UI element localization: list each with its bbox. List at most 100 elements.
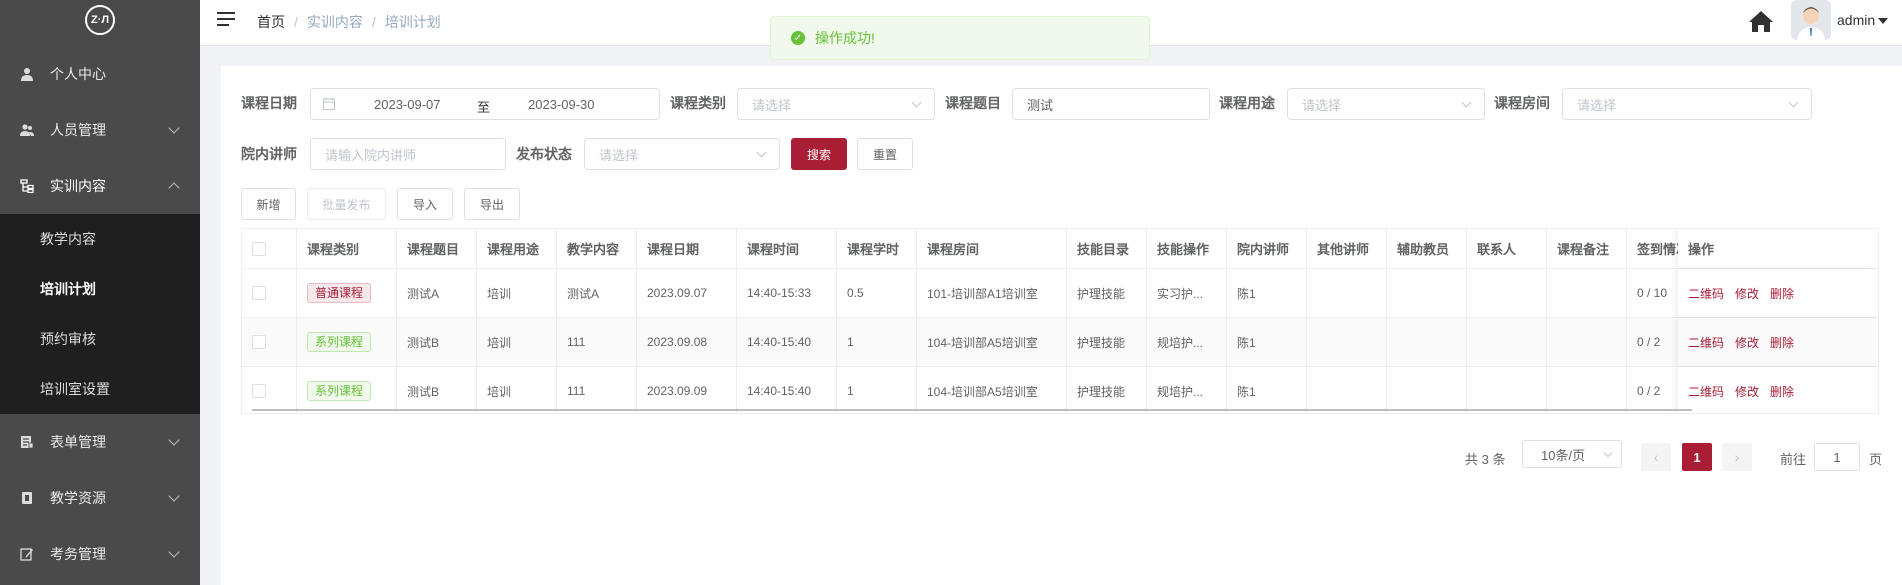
training-plan-table: 课程类别 课程题目 课程用途 教学内容 课程日期 课程时间 课程学时 课程房间 … bbox=[241, 228, 1879, 414]
home-icon[interactable] bbox=[1748, 9, 1774, 33]
pagination-total: 共 3 条 bbox=[1465, 452, 1506, 467]
cell-lecturer: 陈1 bbox=[1227, 318, 1307, 366]
cell-other bbox=[1307, 318, 1387, 366]
row-actions: 二维码 修改 删除 bbox=[1678, 367, 1878, 413]
delete-link[interactable]: 删除 bbox=[1770, 383, 1794, 400]
row-checkbox[interactable] bbox=[252, 286, 266, 300]
cell-topic: 测试A bbox=[397, 269, 477, 317]
sidebar-item-label: 考务管理 bbox=[50, 546, 106, 562]
cell-hours: 1 bbox=[837, 318, 917, 366]
cell-skill-op: 规培护... bbox=[1147, 318, 1227, 366]
room-select[interactable]: 请选择 bbox=[1562, 88, 1812, 120]
date-label: 课程日期 bbox=[241, 95, 297, 111]
cell-content: 111 bbox=[557, 318, 637, 366]
qrcode-link[interactable]: 二维码 bbox=[1688, 334, 1724, 351]
row-checkbox[interactable] bbox=[252, 384, 266, 398]
cell-note bbox=[1547, 318, 1627, 366]
status-select[interactable]: 请选择 bbox=[584, 138, 780, 170]
col-header: 教学内容 bbox=[557, 229, 637, 268]
category-tag: 系列课程 bbox=[307, 381, 372, 401]
cell-lecturer: 陈1 bbox=[1227, 269, 1307, 317]
category-tag: 系列课程 bbox=[307, 332, 372, 352]
date-start[interactable]: 2023-09-07 bbox=[374, 97, 441, 112]
goto-page-input[interactable]: 1 bbox=[1814, 443, 1860, 471]
menu-toggle-icon[interactable] bbox=[217, 12, 235, 28]
sidebar-item-label: 表单管理 bbox=[50, 434, 106, 450]
cell-date: 2023.09.07 bbox=[637, 269, 737, 317]
avatar[interactable] bbox=[1791, 0, 1831, 40]
select-all-checkbox[interactable] bbox=[252, 241, 266, 256]
status-label: 发布状态 bbox=[516, 146, 572, 162]
cell-assistant bbox=[1387, 318, 1467, 366]
row-checkbox[interactable] bbox=[252, 335, 266, 349]
delete-link[interactable]: 删除 bbox=[1770, 334, 1794, 351]
export-button[interactable]: 导出 bbox=[464, 188, 520, 220]
topic-label: 课程题目 bbox=[945, 95, 1001, 111]
qrcode-link[interactable]: 二维码 bbox=[1688, 383, 1724, 400]
date-end[interactable]: 2023-09-30 bbox=[528, 97, 595, 112]
add-button[interactable]: 新增 bbox=[241, 188, 296, 220]
reset-button[interactable]: 重置 bbox=[857, 138, 913, 170]
cell-content: 测试A bbox=[557, 269, 637, 317]
table-row: 普通课程 测试A 培训 测试A 2023.09.07 14:40-15:33 0.5 101-… bbox=[242, 269, 1878, 318]
sidebar-subitem-teaching-content[interactable]: 教学内容 bbox=[0, 214, 200, 264]
sidebar-item-resources[interactable]: 教学资源 bbox=[0, 470, 200, 526]
lecturer-input[interactable]: 请输入院内讲师 bbox=[310, 138, 506, 170]
sidebar-subitem-training-plan[interactable]: 培训计划 bbox=[0, 264, 200, 314]
user-name[interactable]: admin bbox=[1837, 12, 1875, 28]
sidebar-item-forms[interactable]: 表单管理 bbox=[0, 414, 200, 470]
chevron-down-icon bbox=[1461, 97, 1472, 108]
chevron-down-icon bbox=[1788, 97, 1799, 108]
toast-message: 操作成功! bbox=[815, 30, 875, 46]
sidebar-item-profile[interactable]: 个人中心 bbox=[0, 46, 200, 102]
sidebar-item-label: 实训内容 bbox=[50, 178, 106, 194]
cell-other bbox=[1307, 269, 1387, 317]
row-actions: 二维码 修改 删除 bbox=[1678, 269, 1878, 317]
purpose-select[interactable]: 请选择 bbox=[1287, 88, 1485, 120]
date-separator: 至 bbox=[477, 100, 491, 115]
submenu-training: 教学内容 培训计划 预约审核 培训室设置 bbox=[0, 214, 200, 414]
sidebar-subitem-booking-review[interactable]: 预约审核 bbox=[0, 314, 200, 364]
col-header: 辅助教员 bbox=[1387, 229, 1467, 268]
batch-publish-button[interactable]: 批量发布 bbox=[307, 188, 386, 220]
date-range-picker[interactable]: 2023-09-07 至 2023-09-30 bbox=[310, 88, 660, 120]
qrcode-link[interactable]: 二维码 bbox=[1688, 285, 1724, 302]
edit-icon bbox=[20, 547, 34, 561]
check-circle-icon: ✓ bbox=[791, 31, 805, 45]
sidebar-item-exam[interactable]: 考务管理 bbox=[0, 526, 200, 582]
page-number-button[interactable]: 1 bbox=[1682, 443, 1712, 471]
col-header: 课程类别 bbox=[297, 229, 397, 268]
chevron-down-icon bbox=[756, 147, 767, 158]
col-header: 联系人 bbox=[1467, 229, 1547, 268]
table-row: 系列课程 测试B 培训 111 2023.09.09 14:40-15:40 1 104-培训… bbox=[242, 367, 1878, 413]
category-select[interactable]: 请选择 bbox=[737, 88, 935, 120]
form-icon bbox=[20, 435, 34, 449]
horizontal-scrollbar[interactable] bbox=[252, 409, 1692, 411]
cell-skill-dir: 护理技能 bbox=[1067, 367, 1147, 413]
sidebar-subitem-room-settings[interactable]: 培训室设置 bbox=[0, 364, 200, 414]
page-size-select[interactable]: 10条/页 bbox=[1522, 440, 1622, 468]
cell-topic: 测试B bbox=[397, 318, 477, 366]
sidebar-item-personnel[interactable]: 人员管理 bbox=[0, 102, 200, 158]
cell-assistant bbox=[1387, 367, 1467, 413]
cell-contact bbox=[1467, 318, 1547, 366]
col-header: 操作 bbox=[1688, 242, 1715, 257]
prev-page-button[interactable]: ‹ bbox=[1641, 443, 1671, 471]
sidebar-item-training[interactable]: 实训内容 bbox=[0, 158, 200, 214]
caret-down-icon[interactable] bbox=[1878, 18, 1888, 24]
edit-link[interactable]: 修改 bbox=[1735, 383, 1759, 400]
breadcrumb-home[interactable]: 首页 bbox=[257, 12, 285, 32]
edit-link[interactable]: 修改 bbox=[1735, 285, 1759, 302]
cell-date: 2023.09.09 bbox=[637, 367, 737, 413]
main-panel: 课程日期 2023-09-07 至 2023-09-30 课程类别 请选择 课程… bbox=[221, 66, 1902, 585]
edit-link[interactable]: 修改 bbox=[1735, 334, 1759, 351]
cell-skill-op: 规培护... bbox=[1147, 367, 1227, 413]
import-button[interactable]: 导入 bbox=[397, 188, 453, 220]
cell-other bbox=[1307, 367, 1387, 413]
cell-lecturer: 陈1 bbox=[1227, 367, 1307, 413]
delete-link[interactable]: 删除 bbox=[1770, 285, 1794, 302]
search-button[interactable]: 搜索 bbox=[791, 138, 847, 170]
next-page-button[interactable]: › bbox=[1722, 443, 1752, 471]
chevron-down-icon bbox=[168, 122, 180, 134]
topic-input[interactable]: 测试 bbox=[1012, 88, 1210, 120]
